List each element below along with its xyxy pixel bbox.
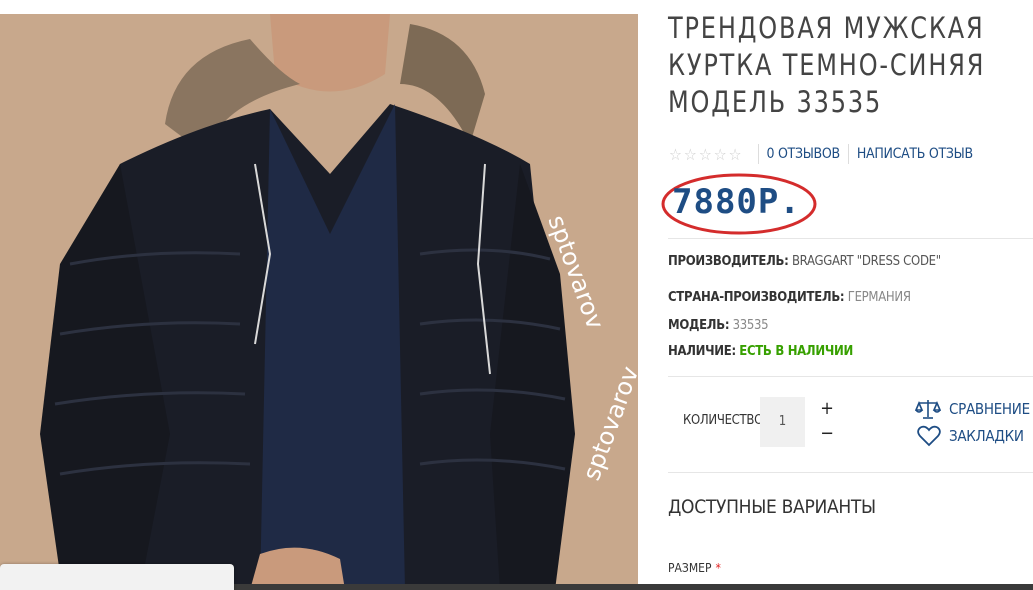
product-image[interactable]: sptovarov sptovarov xyxy=(0,14,638,590)
available-options-title: ДОСТУПНЫЕ ВАРИАНТЫ xyxy=(668,496,876,518)
quantity-increase-button[interactable]: + xyxy=(820,398,834,419)
bookmarks-label: ЗАКЛАДКИ xyxy=(949,427,1024,445)
compare-label: СРАВНЕНИЕ xyxy=(949,400,1030,418)
scales-icon xyxy=(915,400,941,419)
divider xyxy=(668,376,1033,377)
write-review-link[interactable]: НАПИСАТЬ ОТЗЫВ xyxy=(857,146,973,162)
star-icon: ☆ xyxy=(683,144,697,164)
spec-manufacturer: ПРОИЗВОДИТЕЛЬ: BRAGGART "DRESS CODE" xyxy=(668,254,941,269)
star-icon: ☆ xyxy=(728,144,742,164)
rating-stars[interactable]: ☆ ☆ ☆ ☆ ☆ xyxy=(669,145,742,164)
spec-stock: НАЛИЧИЕ: ЕСТЬ В НАЛИЧИИ xyxy=(668,344,853,359)
product-price: 7880Р. xyxy=(672,182,801,222)
bottom-tab[interactable] xyxy=(0,564,234,590)
spec-country: СТРАНА-ПРОИЗВОДИТЕЛЬ: ГЕРМАНИЯ xyxy=(668,290,911,305)
reviews-link[interactable]: 0 ОТЗЫВОВ xyxy=(767,146,841,162)
spec-model: МОДЕЛЬ: 33535 xyxy=(668,318,769,333)
required-mark: * xyxy=(715,561,721,575)
spec-value: BRAGGART "DRESS CODE" xyxy=(791,254,941,269)
divider xyxy=(757,144,759,164)
size-label-text: РАЗМЕР xyxy=(668,561,712,575)
spec-value: ГЕРМАНИЯ xyxy=(847,290,911,305)
product-title: ТРЕНДОВАЯ МУЖСКАЯ КУРТКА ТЕМНО-СИНЯЯ МОД… xyxy=(668,11,986,119)
spec-label: ПРОИЗВОДИТЕЛЬ: xyxy=(668,254,789,269)
heart-icon xyxy=(917,425,941,447)
star-icon: ☆ xyxy=(698,144,712,164)
size-label: РАЗМЕР * xyxy=(668,561,721,575)
spec-value: 33535 xyxy=(732,318,769,333)
spec-label: МОДЕЛЬ: xyxy=(668,318,730,333)
quantity-input[interactable]: 1 xyxy=(760,397,805,447)
divider xyxy=(668,238,1033,239)
star-icon: ☆ xyxy=(713,144,727,164)
spec-label: НАЛИЧИЕ: xyxy=(668,344,736,359)
price-block: 7880Р. xyxy=(660,170,820,236)
divider xyxy=(847,144,849,164)
quantity-decrease-button[interactable]: − xyxy=(820,423,834,444)
stock-status: ЕСТЬ В НАЛИЧИИ xyxy=(739,344,853,359)
rating-row: ☆ ☆ ☆ ☆ ☆ 0 ОТЗЫВОВ НАПИСАТЬ ОТЗЫВ xyxy=(669,144,973,164)
divider xyxy=(668,472,1033,473)
compare-button[interactable]: СРАВНЕНИЕ xyxy=(915,398,1030,420)
star-icon: ☆ xyxy=(669,144,682,164)
quantity-label: КОЛИЧЕСТВО xyxy=(683,413,763,428)
bookmarks-button[interactable]: ЗАКЛАДКИ xyxy=(917,425,1024,447)
spec-label: СТРАНА-ПРОИЗВОДИТЕЛЬ: xyxy=(668,290,845,305)
